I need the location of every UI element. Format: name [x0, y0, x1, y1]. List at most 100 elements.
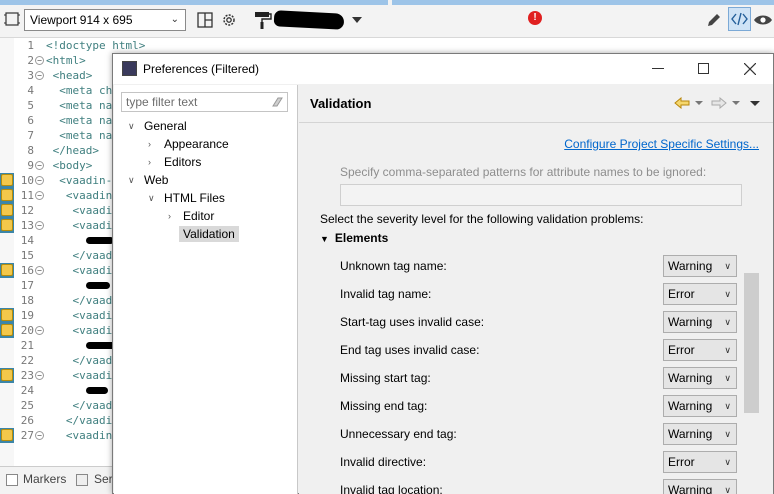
code-text: <vaadi — [46, 204, 113, 217]
warning-marker-icon[interactable] — [1, 174, 13, 186]
maximize-button[interactable] — [681, 54, 727, 84]
minimize-button[interactable] — [635, 54, 681, 84]
scrollbar-thumb[interactable] — [744, 273, 759, 413]
line-number: 25 — [20, 399, 34, 412]
severity-row-label: Invalid tag name: — [340, 287, 432, 301]
fold-toggle-icon[interactable]: − — [35, 191, 44, 200]
fold-toggle-icon[interactable]: − — [35, 71, 44, 80]
code-text: <meta ch — [46, 84, 113, 97]
expand-arrow-icon[interactable]: ∨ — [128, 172, 135, 188]
maximize-icon — [698, 63, 709, 74]
severity-select-value: Error — [668, 455, 695, 469]
warning-marker-icon[interactable] — [1, 309, 13, 321]
code-line[interactable]: 1 <!doctype html> — [0, 38, 774, 53]
fold-toggle-icon[interactable]: − — [35, 371, 44, 380]
layout-icon[interactable] — [196, 11, 214, 29]
paint-roller-icon[interactable] — [254, 10, 272, 30]
line-number: 27 — [20, 429, 34, 442]
view-menu-icon — [750, 101, 760, 106]
tree-item-appearance[interactable]: Appearance — [164, 136, 229, 152]
line-number: 23 — [20, 369, 34, 382]
warning-marker-icon[interactable] — [1, 324, 13, 336]
severity-select[interactable]: Warning ∨ — [663, 255, 737, 277]
severity-select[interactable]: Warning ∨ — [663, 395, 737, 417]
fold-toggle-icon[interactable]: − — [35, 56, 44, 65]
vertical-scrollbar[interactable] — [743, 197, 760, 494]
viewport-icon[interactable] — [4, 10, 20, 28]
severity-select[interactable]: Error ∨ — [663, 339, 737, 361]
code-text: <vaadin — [46, 189, 113, 202]
tab-servers[interactable]: Ser — [94, 472, 113, 486]
warning-marker-icon[interactable] — [1, 429, 13, 441]
warning-marker-icon[interactable] — [1, 369, 13, 381]
code-text: </vaad — [46, 294, 113, 307]
line-number: 13 — [20, 219, 34, 232]
tree-item-web[interactable]: Web — [144, 172, 168, 188]
close-button[interactable] — [727, 54, 773, 84]
clear-filter-icon[interactable] — [271, 96, 283, 108]
gear-icon[interactable] — [220, 11, 238, 29]
tree-item-editors[interactable]: Editors — [164, 154, 201, 170]
tree-item-validation[interactable]: Validation — [179, 226, 239, 242]
chevron-down-icon — [732, 101, 740, 105]
chevron-down-icon: ∨ — [724, 317, 731, 327]
viewport-select[interactable]: Viewport 914 x 695 ⌄ — [24, 9, 186, 31]
collapse-arrow-icon[interactable]: › — [168, 208, 171, 224]
severity-select[interactable]: Warning ∨ — [663, 311, 737, 333]
elements-section-label: Elements — [334, 231, 389, 245]
code-text: <html> — [46, 54, 86, 67]
collapse-arrow-icon[interactable]: › — [148, 136, 151, 152]
severity-select-value: Warning — [668, 371, 713, 385]
code-text: </vaad — [46, 249, 113, 262]
warning-marker-icon[interactable] — [1, 189, 13, 201]
collapse-arrow-icon[interactable]: › — [148, 154, 151, 170]
line-number: 1 — [27, 39, 34, 52]
fold-toggle-icon[interactable]: − — [35, 221, 44, 230]
ignore-pattern-field[interactable] — [340, 184, 742, 206]
line-number: 10 — [20, 174, 34, 187]
tab-markers[interactable]: Markers — [23, 472, 66, 486]
elements-section-header[interactable]: ▼ Elements — [320, 231, 388, 245]
viewport-select-value: Viewport 914 x 695 — [30, 13, 133, 27]
ignore-pattern-label: Specify comma-separated patterns for att… — [340, 165, 707, 179]
warning-marker-icon[interactable] — [1, 264, 13, 276]
forward-button[interactable] — [711, 94, 741, 112]
pencil-icon[interactable] — [704, 10, 724, 30]
fold-toggle-icon[interactable]: − — [35, 431, 44, 440]
dropdown-arrow-icon[interactable] — [350, 13, 364, 27]
tree-item-editor[interactable]: Editor — [183, 208, 214, 224]
severity-row-label: Missing start tag: — [340, 371, 431, 385]
back-button[interactable] — [674, 94, 704, 112]
eye-icon[interactable] — [752, 10, 774, 30]
severity-row-label: Unknown tag name: — [340, 259, 447, 273]
line-number: 4 — [27, 84, 34, 97]
error-badge-icon[interactable]: ! — [528, 11, 542, 25]
expand-arrow-icon[interactable]: ∨ — [128, 118, 135, 134]
tree-item-html-files[interactable]: HTML Files — [164, 190, 225, 206]
tree-item-general[interactable]: General — [144, 118, 187, 134]
severity-select[interactable]: Error ∨ — [663, 451, 737, 473]
severity-select[interactable]: Warning ∨ — [663, 423, 737, 445]
chevron-down-icon: ∨ — [724, 345, 731, 355]
warning-marker-icon[interactable] — [1, 219, 13, 231]
code-text: </vaad — [46, 399, 113, 412]
view-menu-button[interactable] — [749, 94, 761, 112]
fold-toggle-icon[interactable]: − — [35, 176, 44, 185]
warning-marker-icon[interactable] — [1, 204, 13, 216]
code-text: <vaadi — [46, 309, 113, 322]
code-text: <head> — [46, 69, 93, 82]
severity-select[interactable]: Warning ∨ — [663, 479, 737, 494]
code-text: <meta na — [46, 129, 113, 142]
source-view-toggle[interactable] — [728, 7, 751, 31]
filter-input[interactable]: type filter text — [121, 92, 288, 112]
fold-toggle-icon[interactable]: − — [35, 161, 44, 170]
severity-select[interactable]: Warning ∨ — [663, 367, 737, 389]
main-toolbar: Viewport 914 x 695 ⌄ ! — [0, 0, 774, 38]
configure-project-settings-link[interactable]: Configure Project Specific Settings... — [564, 137, 759, 151]
redacted-scribble — [86, 282, 110, 289]
severity-select[interactable]: Error ∨ — [663, 283, 737, 305]
severity-row-label: Invalid directive: — [340, 455, 427, 469]
expand-arrow-icon[interactable]: ∨ — [148, 190, 155, 206]
fold-toggle-icon[interactable]: − — [35, 326, 44, 335]
fold-toggle-icon[interactable]: − — [35, 266, 44, 275]
